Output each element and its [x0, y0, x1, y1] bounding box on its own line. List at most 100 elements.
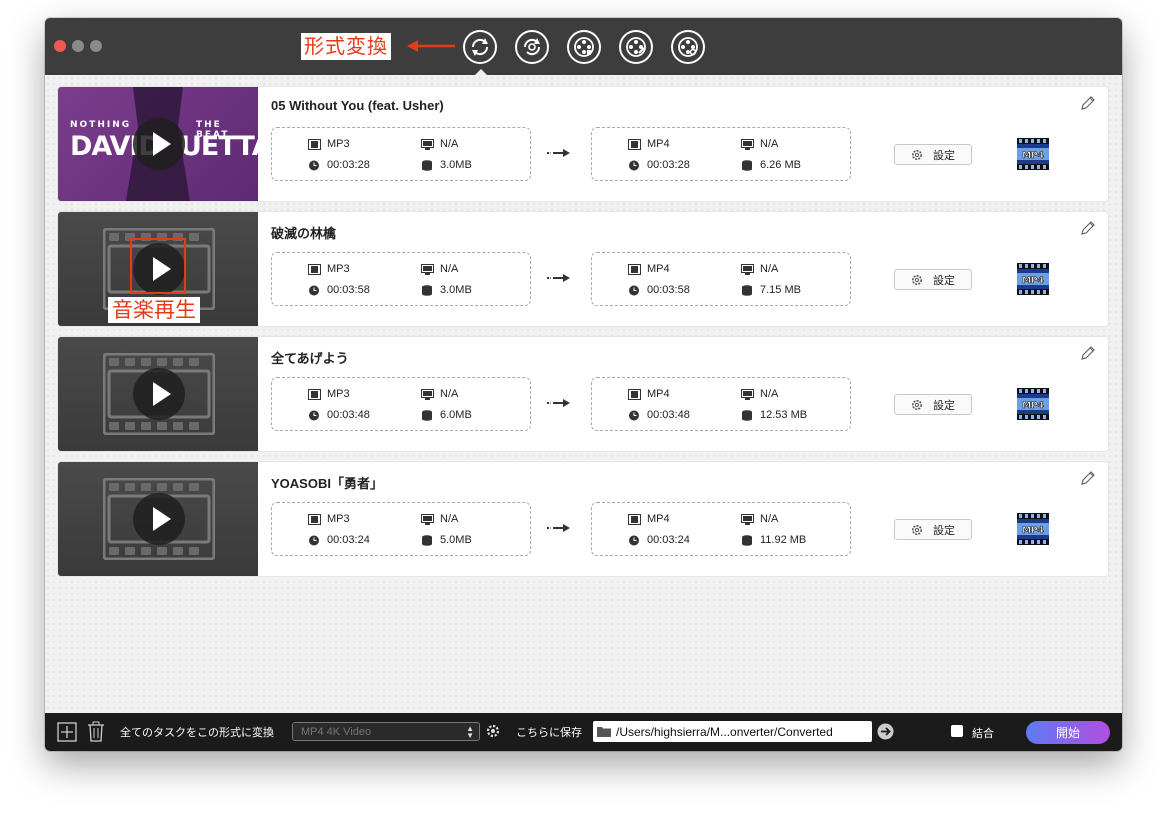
close-window-button[interactable] — [54, 40, 66, 52]
rip-tool-button[interactable] — [515, 30, 549, 64]
play-icon — [153, 507, 171, 531]
monitor-icon — [421, 263, 434, 275]
target-info: MP4 N/A 00:03:28 6.26 MB — [591, 127, 851, 181]
clock-icon — [309, 160, 319, 170]
pencil-icon[interactable] — [1080, 345, 1096, 361]
svg-text:MP4: MP4 — [1022, 151, 1044, 161]
app-window: 形式変換 NOTHING THE BEAT DAVID UETTA 05 Wit… — [45, 18, 1122, 751]
merge-checkbox[interactable] — [951, 725, 963, 737]
settings-label: 設定 — [933, 149, 955, 162]
film-icon — [308, 513, 321, 525]
film-settings-icon — [678, 37, 698, 57]
svg-text:MP4: MP4 — [1022, 401, 1044, 411]
target-resolution: N/A — [760, 388, 779, 400]
list-item: NOTHING THE BEAT DAVID UETTA 05 Without … — [57, 86, 1109, 202]
task-list: NOTHING THE BEAT DAVID UETTA 05 Without … — [45, 75, 1122, 713]
mp4-format-icon[interactable]: MP4 — [1016, 387, 1050, 421]
add-file-icon[interactable] — [57, 722, 77, 742]
convert-icon — [471, 38, 489, 56]
play-button[interactable] — [133, 368, 185, 420]
monitor-icon — [741, 513, 754, 525]
settings-button[interactable]: 設定 — [894, 269, 972, 290]
item-title: 全てあげよう — [271, 351, 349, 366]
film-icon — [628, 513, 641, 525]
mp4-format-icon[interactable]: MP4 — [1016, 137, 1050, 171]
clock-icon — [309, 285, 319, 295]
monitor-icon — [741, 388, 754, 400]
svg-text:MP4: MP4 — [1022, 526, 1044, 536]
film-icon — [308, 263, 321, 275]
convert-tool-button[interactable] — [463, 30, 497, 64]
convert-all-label: 全てのタスクをこの形式に変換 — [120, 727, 274, 739]
pencil-icon[interactable] — [1080, 470, 1096, 486]
storage-icon — [422, 534, 432, 546]
video-thumbnail — [58, 462, 258, 576]
gear-icon[interactable] — [486, 724, 500, 738]
trash-icon[interactable] — [87, 721, 105, 742]
svg-text:MP4: MP4 — [1022, 276, 1044, 286]
monitor-icon — [421, 138, 434, 150]
storage-icon — [422, 409, 432, 421]
source-size: 3.0MB — [440, 284, 472, 296]
settings-button[interactable]: 設定 — [894, 519, 972, 540]
monitor-icon — [741, 263, 754, 275]
target-duration: 00:03:24 — [647, 534, 690, 546]
monitor-icon — [421, 513, 434, 525]
target-format: MP4 — [647, 388, 670, 400]
convert-arrow-icon — [547, 399, 570, 407]
annotation-highlight-box — [130, 238, 186, 294]
source-format: MP3 — [327, 388, 350, 400]
film-icon — [628, 138, 641, 150]
storage-icon — [422, 159, 432, 171]
target-info: MP4 N/A 00:03:58 7.15 MB — [591, 252, 851, 306]
target-format: MP4 — [647, 138, 670, 150]
gear-icon — [912, 399, 922, 410]
video-thumbnail: 音楽再生 — [58, 212, 258, 326]
target-size: 12.53 MB — [760, 409, 808, 421]
target-resolution: N/A — [760, 263, 779, 275]
clock-icon — [309, 535, 319, 545]
storage-icon — [742, 534, 752, 546]
film-icon — [308, 388, 321, 400]
clock-icon — [629, 160, 639, 170]
target-size: 11.92 MB — [760, 534, 807, 546]
toolbox-tool-button[interactable] — [671, 30, 705, 64]
mp4-format-icon[interactable]: MP4 — [1016, 262, 1050, 296]
source-size: 3.0MB — [440, 159, 472, 171]
convert-arrow-icon — [547, 149, 570, 157]
settings-button[interactable]: 設定 — [894, 144, 972, 165]
target-size: 6.26 MB — [760, 159, 801, 171]
open-folder-arrow-icon[interactable] — [877, 723, 894, 740]
output-path-field[interactable]: /Users/highsierra/M...onverter/Converted — [593, 721, 872, 742]
clock-icon — [629, 285, 639, 295]
start-button[interactable]: 開始 — [1026, 721, 1110, 744]
monitor-icon — [741, 138, 754, 150]
edit-tool-button[interactable] — [619, 30, 653, 64]
pencil-icon[interactable] — [1080, 220, 1096, 236]
film-icon — [308, 138, 321, 150]
play-button[interactable] — [133, 118, 185, 170]
rip-icon — [523, 38, 541, 56]
source-size: 6.0MB — [440, 409, 472, 421]
settings-button[interactable]: 設定 — [894, 394, 972, 415]
source-resolution: N/A — [440, 263, 459, 275]
film-edit-icon — [626, 37, 646, 57]
source-info: MP3 N/A 00:03:28 3.0MB — [271, 127, 531, 181]
download-tool-button[interactable] — [567, 30, 601, 64]
format-select[interactable]: MP4 4K Video ▲ ▼ — [292, 722, 480, 741]
gear-icon — [912, 524, 922, 535]
storage-icon — [742, 159, 752, 171]
annotation-convert-label: 形式変換 — [301, 33, 391, 60]
target-duration: 00:03:58 — [647, 284, 690, 296]
pencil-icon[interactable] — [1080, 95, 1096, 111]
source-duration: 00:03:48 — [327, 409, 370, 421]
zoom-window-button[interactable] — [90, 40, 102, 52]
list-item: YOASOBI「勇者」 MP3 N/A 00:03:24 5.0MB MP4 N… — [57, 461, 1109, 577]
target-size: 7.15 MB — [760, 284, 801, 296]
play-button[interactable] — [133, 493, 185, 545]
mp4-format-icon[interactable]: MP4 — [1016, 512, 1050, 546]
item-title: 05 Without You (feat. Usher) — [271, 98, 444, 113]
target-duration: 00:03:28 — [647, 159, 690, 171]
video-thumbnail — [58, 337, 258, 451]
minimize-window-button[interactable] — [72, 40, 84, 52]
